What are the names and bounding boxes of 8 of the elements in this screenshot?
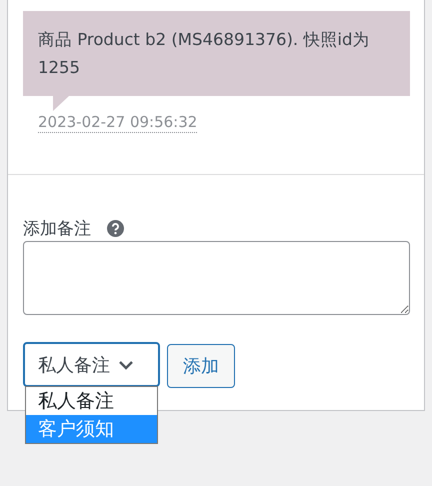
help-icon[interactable]: [107, 220, 124, 236]
note-text: 商品 Product b2 (MS46891376). 快照id为 1255: [38, 29, 370, 79]
add-button[interactable]: 添加: [167, 344, 235, 388]
note-input-field[interactable]: [23, 241, 410, 315]
dropdown-option[interactable]: 私人备注: [26, 387, 157, 415]
note-timestamp: 2023-02-27 09:56:32: [38, 112, 198, 133]
chevron-down-icon: [118, 360, 134, 370]
add-note-label: 添加备注: [23, 218, 91, 240]
